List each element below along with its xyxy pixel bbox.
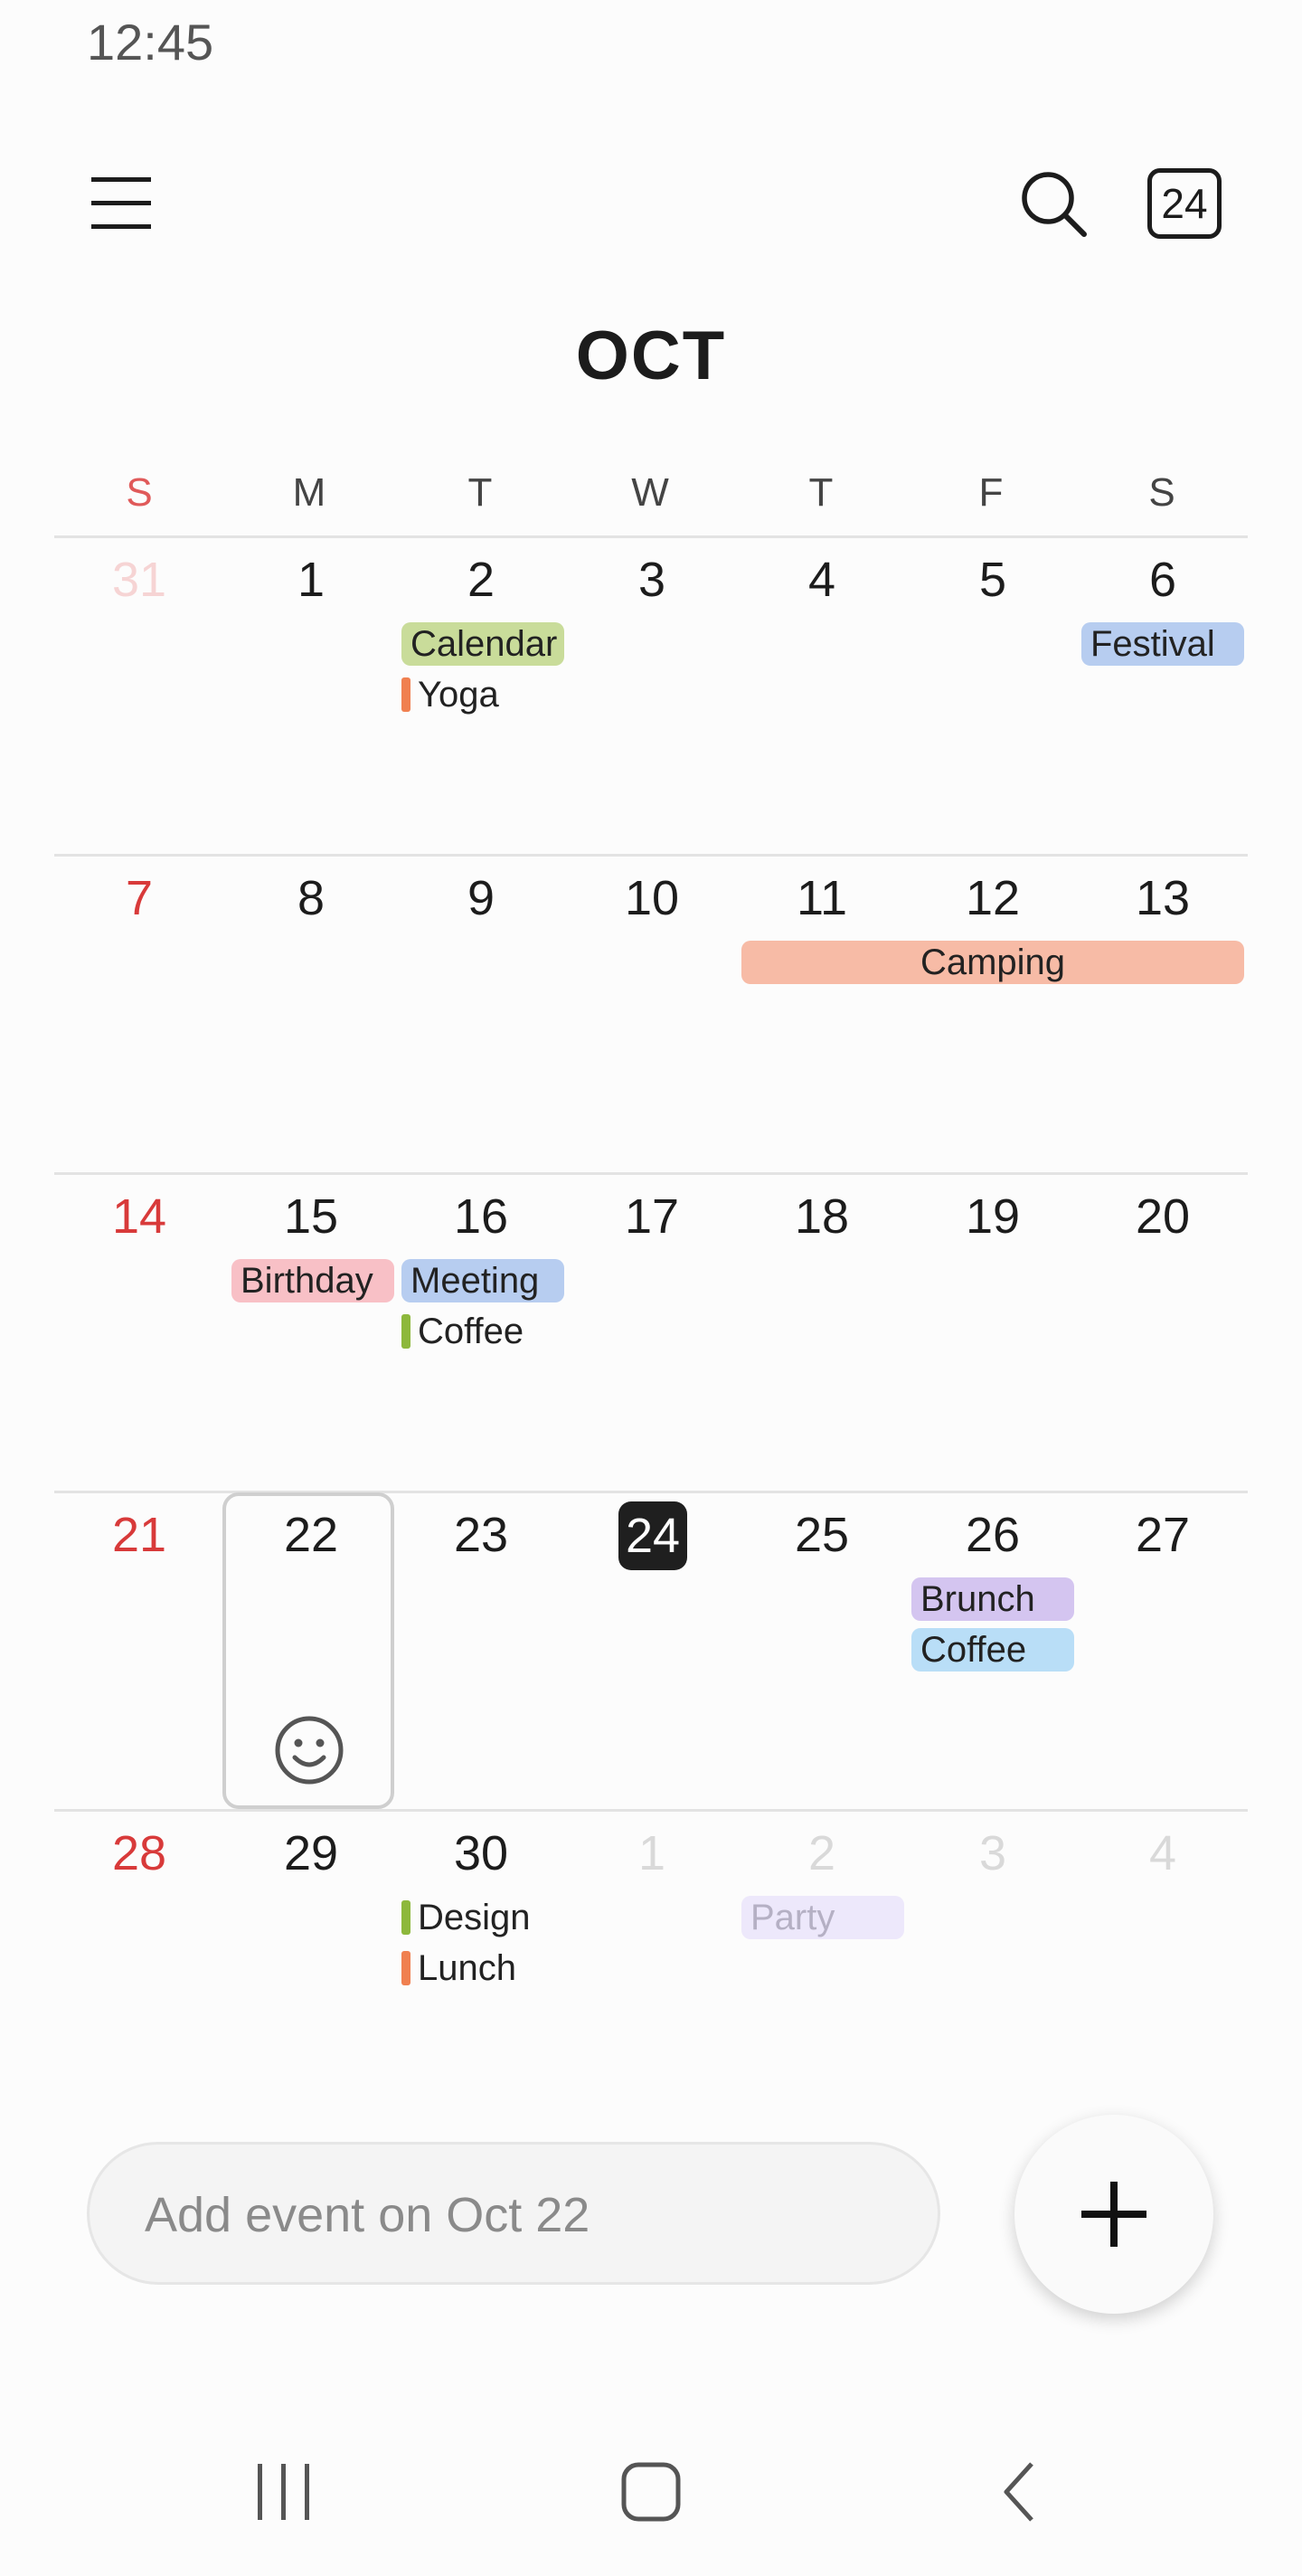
search-button[interactable]	[1008, 158, 1099, 249]
day-number[interactable]: 11	[737, 870, 907, 926]
day-number[interactable]: 25	[737, 1507, 907, 1563]
day-number[interactable]: 21	[54, 1507, 224, 1563]
day-number[interactable]: 30	[396, 1825, 566, 1881]
day-number[interactable]: 1	[226, 552, 396, 608]
home-icon	[621, 2462, 681, 2522]
smiley-icon[interactable]	[273, 1714, 345, 1786]
week-divider	[54, 1809, 1248, 1812]
day-number[interactable]: 28	[54, 1825, 224, 1881]
day-number[interactable]: 1	[567, 1825, 737, 1881]
day-number[interactable]: 16	[396, 1189, 566, 1245]
day-number[interactable]: 27	[1078, 1507, 1248, 1563]
day-number[interactable]: 2	[737, 1825, 907, 1881]
recent-apps-icon	[258, 2464, 309, 2520]
day-number[interactable]: 29	[226, 1825, 396, 1881]
day-number[interactable]: 6	[1078, 552, 1248, 608]
month-title: OCT	[575, 317, 727, 394]
weekday-header: S M T W T F S	[54, 470, 1248, 516]
event-lunch[interactable]: Lunch	[401, 1946, 516, 1990]
hamburger-icon	[91, 177, 151, 229]
weekday-label: T	[808, 470, 834, 515]
day-number[interactable]: 2	[396, 552, 566, 608]
add-event-button[interactable]	[1014, 2115, 1213, 2314]
back-icon	[1004, 2462, 1033, 2522]
day-number[interactable]: 26	[908, 1507, 1078, 1563]
week-divider	[54, 1172, 1248, 1175]
day-number[interactable]: 8	[226, 870, 396, 926]
day-number[interactable]: 7	[54, 870, 224, 926]
day-number[interactable]: 12	[908, 870, 1078, 926]
status-time: 12:45	[87, 14, 214, 71]
week-divider	[54, 535, 1248, 538]
menu-button[interactable]	[76, 163, 166, 244]
today-button[interactable]: 24	[1139, 158, 1230, 249]
day-number[interactable]: 20	[1078, 1189, 1248, 1245]
event-chip-festival[interactable]: Festival	[1081, 622, 1244, 666]
event-chip-brunch[interactable]: Brunch	[911, 1577, 1074, 1621]
day-number[interactable]: 31	[54, 552, 224, 608]
weekday-label: W	[631, 470, 669, 515]
day-number[interactable]: 15	[226, 1189, 396, 1245]
search-icon	[1022, 172, 1087, 237]
day-number[interactable]: 3	[908, 1825, 1078, 1881]
day-number[interactable]: 9	[396, 870, 566, 926]
event-yoga[interactable]: Yoga	[401, 673, 499, 716]
recent-apps-button[interactable]	[230, 2442, 338, 2542]
day-number[interactable]: 18	[737, 1189, 907, 1245]
day-number[interactable]: 13	[1078, 870, 1248, 926]
event-chip-party[interactable]: Party	[741, 1896, 904, 1939]
weekday-label: M	[292, 470, 326, 515]
home-button[interactable]	[597, 2442, 705, 2542]
event-design[interactable]: Design	[401, 1896, 531, 1939]
day-number[interactable]: 22	[226, 1507, 396, 1563]
day-number[interactable]: 10	[567, 870, 737, 926]
event-chip-coffee[interactable]: Coffee	[911, 1628, 1074, 1672]
today-icon: 24	[1147, 168, 1222, 239]
day-number[interactable]: 5	[908, 552, 1078, 608]
day-number[interactable]: 4	[737, 552, 907, 608]
day-number[interactable]: 3	[567, 552, 737, 608]
day-number[interactable]: 4	[1078, 1825, 1248, 1881]
weekday-label: S	[126, 470, 153, 515]
day-number[interactable]: 23	[396, 1507, 566, 1563]
event-chip-calendar[interactable]: Calendar	[401, 622, 564, 666]
back-button[interactable]	[966, 2442, 1074, 2542]
plus-icon	[1081, 2182, 1146, 2247]
day-number[interactable]: 19	[908, 1189, 1078, 1245]
event-chip-camping[interactable]: Camping	[741, 941, 1244, 984]
event-chip-meeting[interactable]: Meeting	[401, 1259, 564, 1302]
weekday-label: S	[1148, 470, 1175, 515]
add-event-placeholder: Add event on Oct 22	[145, 2188, 590, 2242]
day-number[interactable]: 17	[567, 1189, 737, 1245]
weekday-label: F	[978, 470, 1004, 515]
event-chip-birthday[interactable]: Birthday	[231, 1259, 394, 1302]
day-number[interactable]: 14	[54, 1189, 224, 1245]
today-date-badge[interactable]: 24	[618, 1501, 687, 1570]
week-divider	[54, 854, 1248, 857]
weekday-label: T	[467, 470, 493, 515]
event-coffee[interactable]: Coffee	[401, 1310, 524, 1353]
